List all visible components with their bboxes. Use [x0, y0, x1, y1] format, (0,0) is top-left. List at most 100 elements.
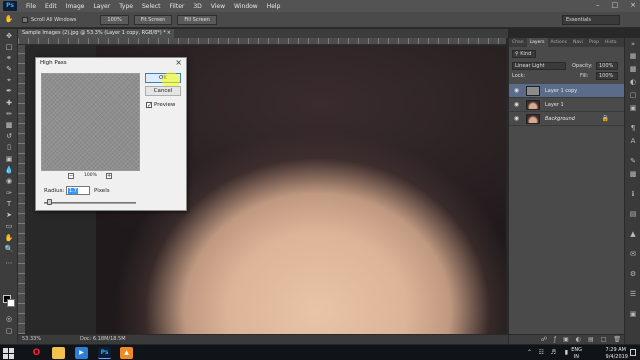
menu-file[interactable]: File: [26, 3, 36, 10]
tab-properties[interactable]: Prop: [586, 38, 602, 47]
vlc-icon[interactable]: ▲: [120, 347, 133, 359]
add-mask-icon[interactable]: ▣: [563, 335, 569, 344]
chevron-up-icon[interactable]: ⌃: [527, 349, 532, 356]
brush-panel-icon[interactable]: ✎: [628, 157, 638, 166]
adjustment-layer-icon[interactable]: ◐: [576, 335, 581, 344]
media-app-icon[interactable]: ▶: [75, 347, 88, 359]
file-explorer-icon[interactable]: [52, 347, 65, 359]
clone-source-panel-icon[interactable]: ▩: [628, 170, 638, 179]
vertical-ruler[interactable]: [18, 45, 25, 334]
crop-tool-icon[interactable]: ⌖: [4, 76, 14, 85]
menu-image[interactable]: Image: [66, 3, 85, 10]
clock-date[interactable]: 9/4/2019: [606, 354, 628, 360]
filter-preview[interactable]: [41, 73, 140, 171]
new-group-icon[interactable]: ▤: [588, 335, 594, 344]
menu-edit[interactable]: Edit: [45, 3, 57, 10]
zoom-tool-icon[interactable]: 🔍: [4, 245, 14, 254]
new-layer-icon[interactable]: □: [601, 335, 607, 344]
zoom-100-button[interactable]: 100%: [100, 14, 129, 25]
layer-row[interactable]: ◉ Layer 1: [509, 98, 625, 112]
quick-select-tool-icon[interactable]: ✎: [4, 65, 14, 74]
menu-select[interactable]: Select: [142, 3, 161, 10]
layer-row[interactable]: ◉ Layer 1 copy: [509, 84, 625, 98]
close-icon[interactable]: ×: [175, 58, 182, 67]
tab-navigator[interactable]: Navi: [570, 38, 586, 47]
horizontal-ruler[interactable]: [18, 38, 506, 45]
history-brush-tool-icon[interactable]: ↺: [4, 132, 14, 141]
menu-type[interactable]: Type: [119, 3, 133, 10]
language-indicator[interactable]: ENG: [571, 347, 582, 353]
delete-layer-icon[interactable]: 🗑: [613, 335, 621, 344]
zoom-out-button[interactable]: −: [68, 173, 74, 179]
layer-kind-select[interactable]: ⚲ Kind: [512, 50, 536, 58]
hand-tool-icon[interactable]: ✋: [4, 234, 14, 243]
blur-tool-icon[interactable]: 💧: [4, 166, 14, 175]
pen-tool-icon[interactable]: ✑: [4, 189, 14, 198]
volume-icon[interactable]: ♬: [551, 349, 556, 356]
menu-help[interactable]: Help: [267, 3, 281, 10]
timeline-panel-icon[interactable]: ▤: [628, 210, 638, 219]
close-tab-icon[interactable]: ×: [167, 29, 171, 38]
lasso-tool-icon[interactable]: ⚭: [4, 54, 14, 63]
healing-brush-tool-icon[interactable]: ✚: [4, 99, 14, 108]
region-indicator[interactable]: IN: [574, 354, 579, 360]
menu-3d[interactable]: 3D: [193, 3, 201, 10]
cancel-button[interactable]: Cancel: [145, 86, 181, 96]
network-icon[interactable]: ☷: [539, 349, 544, 356]
clock-time[interactable]: 7:29 AM: [605, 347, 626, 353]
zoom-in-button[interactable]: +: [106, 173, 112, 179]
fill-screen-button[interactable]: Fill Screen: [177, 14, 217, 25]
gradient-tool-icon[interactable]: ▣: [4, 155, 14, 164]
radius-slider-track[interactable]: [44, 202, 136, 204]
menu-layer[interactable]: Layer: [93, 3, 110, 10]
layer-row[interactable]: ◉ Background 🔒: [509, 112, 625, 126]
battery-icon[interactable]: ▮: [565, 349, 568, 356]
measurement-panel-icon[interactable]: ☰: [628, 290, 638, 299]
dodge-tool-icon[interactable]: ◉: [4, 177, 14, 186]
info-panel-icon[interactable]: ℹ: [628, 190, 638, 199]
styles-panel-icon[interactable]: ▢: [628, 91, 638, 100]
eyedropper-tool-icon[interactable]: ✒: [4, 87, 14, 96]
swatches-panel-icon[interactable]: ▩: [628, 65, 638, 74]
tab-histogram[interactable]: Histo: [602, 38, 620, 47]
more-tools-icon[interactable]: ⋯: [4, 259, 14, 268]
move-tool-icon[interactable]: ✥: [4, 32, 14, 41]
marquee-tool-icon[interactable]: □: [4, 43, 14, 52]
link-layers-icon[interactable]: ☍: [541, 335, 547, 344]
notes-panel-icon[interactable]: ✉: [628, 250, 638, 259]
paragraph-panel-icon[interactable]: ¶: [628, 124, 638, 133]
libraries-panel-icon[interactable]: ▣: [628, 104, 638, 113]
workspace-select[interactable]: Essentials: [562, 15, 620, 25]
menu-window[interactable]: Window: [234, 3, 258, 10]
path-selection-tool-icon[interactable]: ➤: [4, 211, 14, 220]
screen-mode-icon[interactable]: ▢: [4, 327, 14, 336]
layer-comps-panel-icon[interactable]: ▣: [628, 310, 638, 319]
brush-tool-icon[interactable]: ✏: [4, 110, 14, 119]
fill-input[interactable]: 100%: [596, 72, 618, 80]
menu-filter[interactable]: Filter: [170, 3, 185, 10]
3d-panel-icon[interactable]: ▲: [628, 230, 638, 239]
collapse-icon[interactable]: »: [628, 40, 638, 49]
maximize-icon[interactable]: □: [612, 1, 619, 9]
windows-start-icon[interactable]: [2, 347, 14, 359]
background-color-swatch[interactable]: [7, 299, 15, 307]
preview-checkbox[interactable]: ✓: [146, 102, 152, 109]
quick-mask-icon[interactable]: ◎: [4, 315, 14, 324]
document-size[interactable]: Doc: 6.18M/18.5M: [80, 335, 126, 344]
tab-layers[interactable]: Layers: [526, 38, 548, 47]
tab-actions[interactable]: Actions: [548, 38, 570, 47]
character-panel-icon[interactable]: A: [628, 137, 638, 146]
eraser-tool-icon[interactable]: ▯: [4, 143, 14, 152]
blend-mode-select[interactable]: Linear Light: [512, 62, 566, 70]
scroll-all-windows-checkbox[interactable]: [22, 16, 28, 23]
notification-icon[interactable]: [630, 349, 636, 356]
adjustments-panel-icon[interactable]: ◐: [628, 78, 638, 87]
opacity-input[interactable]: 100%: [596, 62, 618, 70]
opera-icon[interactable]: O: [30, 347, 43, 359]
fx-icon[interactable]: ƒ: [554, 335, 556, 344]
tab-channels[interactable]: Chan: [509, 38, 527, 47]
photoshop-taskbar-icon[interactable]: Ps: [98, 347, 111, 359]
type-tool-icon[interactable]: T: [4, 200, 14, 209]
document-tab[interactable]: Sample Images (2).jpg @ 53.3% (Layer 1 c…: [18, 29, 174, 38]
eye-icon[interactable]: ◉: [513, 115, 520, 122]
